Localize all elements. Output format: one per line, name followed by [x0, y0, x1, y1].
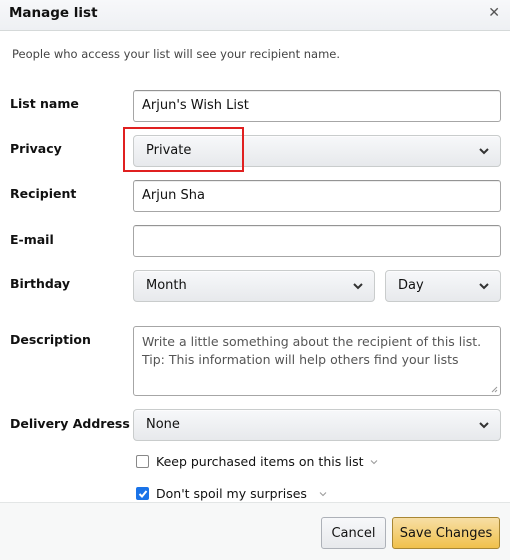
privacy-select[interactable]: Private — [133, 135, 501, 167]
delivery-address-select[interactable]: None — [133, 409, 501, 441]
list-name-label: List name — [10, 96, 79, 111]
delivery-selected-value: None — [146, 417, 180, 432]
dont-spoil-checkbox[interactable] — [136, 487, 149, 500]
recipient-note: People who access your list will see you… — [12, 47, 341, 61]
email-label: E-mail — [10, 232, 54, 247]
description-placeholder-line1: Write a little something about the recip… — [142, 334, 482, 349]
delivery-address-label: Delivery Address — [10, 416, 130, 431]
day-selected-value: Day — [398, 278, 424, 293]
cancel-button[interactable]: Cancel — [321, 517, 386, 549]
chevron-down-icon[interactable] — [370, 459, 378, 465]
month-selected-value: Month — [146, 278, 187, 293]
dont-spoil-label: Don't spoil my surprises — [156, 486, 307, 501]
description-textarea[interactable]: Write a little something about the recip… — [133, 326, 501, 396]
chevron-down-icon — [479, 422, 489, 429]
birthday-label: Birthday — [10, 276, 70, 291]
dialog-header: Manage list ✕ — [0, 0, 510, 31]
save-changes-button[interactable]: Save Changes — [392, 517, 500, 549]
recipient-label: Recipient — [10, 186, 77, 201]
recipient-input[interactable]: Arjun Sha — [133, 180, 501, 212]
dialog-title: Manage list — [9, 5, 98, 21]
description-label: Description — [10, 332, 91, 347]
birthday-day-select[interactable]: Day — [385, 270, 501, 302]
keep-purchased-checkbox[interactable] — [136, 455, 149, 468]
dialog-footer: Cancel Save Changes — [0, 502, 510, 560]
dont-spoil-option[interactable]: Don't spoil my surprises — [136, 486, 327, 501]
description-placeholder-line2: Tip: This information will help others f… — [142, 352, 459, 367]
privacy-selected-value: Private — [146, 143, 192, 158]
keep-purchased-option[interactable]: Keep purchased items on this list — [136, 454, 378, 469]
email-input[interactable] — [133, 225, 501, 257]
chevron-down-icon — [479, 148, 489, 155]
list-name-input[interactable]: Arjun's Wish List — [133, 90, 501, 122]
resize-grip-icon[interactable] — [491, 386, 498, 393]
chevron-down-icon[interactable] — [319, 491, 327, 497]
keep-purchased-label: Keep purchased items on this list — [156, 454, 364, 469]
close-icon[interactable]: ✕ — [488, 5, 500, 21]
chevron-down-icon — [479, 283, 489, 290]
birthday-month-select[interactable]: Month — [133, 270, 375, 302]
chevron-down-icon — [353, 283, 363, 290]
checkmark-icon — [138, 490, 148, 498]
privacy-label: Privacy — [10, 141, 62, 156]
